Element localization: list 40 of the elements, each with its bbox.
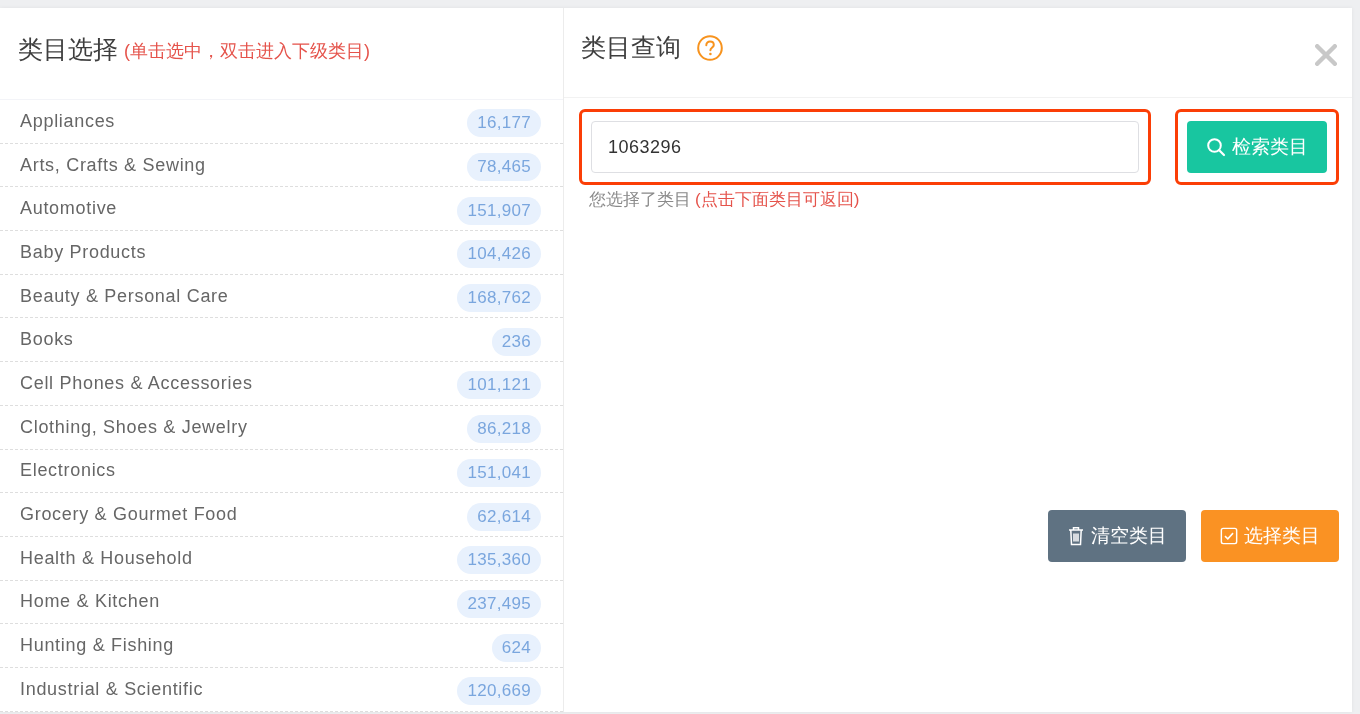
search-field[interactable]: 1063296 bbox=[591, 121, 1139, 173]
count-badge: 151,907 bbox=[457, 196, 541, 225]
count-badge: 168,762 bbox=[457, 284, 541, 313]
count-badge: 151,041 bbox=[457, 458, 541, 487]
count-badge: 101,121 bbox=[457, 371, 541, 400]
count-badge: 104,426 bbox=[457, 240, 541, 269]
category-item[interactable]: Automotive 151,907 bbox=[0, 187, 563, 232]
clear-button[interactable]: 清空类目 bbox=[1048, 510, 1186, 562]
category-item[interactable]: Industrial & Scientific 120,669 bbox=[0, 667, 563, 712]
category-item[interactable]: Clothing, Shoes & Jewelry 86,218 bbox=[0, 405, 563, 450]
category-item[interactable]: Beauty & Personal Care 168,762 bbox=[0, 274, 563, 319]
count-badge: 120,669 bbox=[457, 677, 541, 706]
count-badge: 16,177 bbox=[467, 109, 541, 138]
count-badge: 624 bbox=[491, 633, 541, 662]
category-item[interactable]: Baby Products 104,426 bbox=[0, 231, 563, 275]
count-badge: 86,218 bbox=[467, 415, 541, 444]
category-item[interactable]: Home & Kitchen 237,495 bbox=[0, 580, 563, 625]
search-icon bbox=[1206, 137, 1226, 157]
count-badge: 236 bbox=[491, 327, 541, 356]
close-icon[interactable] bbox=[1315, 43, 1337, 66]
help-icon[interactable] bbox=[697, 34, 723, 61]
count-badge: 135,360 bbox=[457, 546, 541, 575]
title-hint: (单击选中，双击进入下级类目) bbox=[124, 40, 370, 63]
category-item[interactable]: Hunting & Fishing 624 bbox=[0, 624, 563, 668]
panel-title: 类目选择 bbox=[18, 34, 118, 65]
count-badge: 237,495 bbox=[457, 589, 541, 618]
selection-hint: (点击下面类目可返回) bbox=[695, 189, 860, 211]
category-item[interactable]: Health & Household 135,360 bbox=[0, 536, 563, 581]
category-item[interactable]: Electronics 151,041 bbox=[0, 449, 563, 494]
count-badge: 78,465 bbox=[467, 153, 541, 182]
category-item[interactable]: Grocery & Gourmet Food 62,614 bbox=[0, 493, 563, 537]
category-item[interactable]: Books 236 bbox=[0, 318, 563, 363]
panel-title: 类目查询 bbox=[581, 32, 681, 63]
category-item[interactable]: Cell Phones & Accessories 101,121 bbox=[0, 362, 563, 406]
trash-icon bbox=[1067, 526, 1085, 546]
count-badge: 62,614 bbox=[467, 502, 541, 531]
checkbox-icon bbox=[1220, 526, 1238, 546]
category-item[interactable]: Arts, Crafts & Sewing 78,465 bbox=[0, 143, 563, 188]
category-item[interactable]: Appliances 16,177 bbox=[0, 100, 563, 144]
selection-label: 您选择了类目 bbox=[589, 189, 691, 211]
